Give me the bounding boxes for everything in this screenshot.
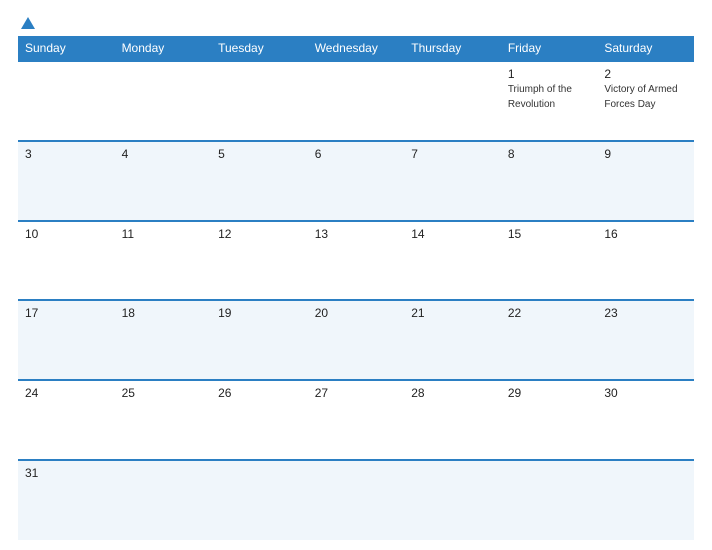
calendar-cell: 3 <box>18 141 115 221</box>
day-number: 5 <box>218 147 301 161</box>
day-number: 28 <box>411 386 494 400</box>
day-number: 25 <box>122 386 205 400</box>
calendar-week-row: 10 11 12 13 14 15 16 <box>18 221 694 301</box>
calendar-cell: 25 <box>115 380 212 460</box>
calendar-week-row: 24 25 26 27 28 29 30 <box>18 380 694 460</box>
weekday-header-wednesday: Wednesday <box>308 36 405 61</box>
logo-triangle-icon <box>21 17 35 29</box>
calendar-cell: 24 <box>18 380 115 460</box>
calendar-cell: 10 <box>18 221 115 301</box>
weekday-header-friday: Friday <box>501 36 598 61</box>
calendar-cell: 7 <box>404 141 501 221</box>
calendar-week-row: 17 18 19 20 21 22 23 <box>18 300 694 380</box>
calendar-cell: 6 <box>308 141 405 221</box>
day-number: 14 <box>411 227 494 241</box>
weekday-header-saturday: Saturday <box>597 36 694 61</box>
weekday-header-tuesday: Tuesday <box>211 36 308 61</box>
calendar-cell: 28 <box>404 380 501 460</box>
day-number: 15 <box>508 227 591 241</box>
weekday-header-monday: Monday <box>115 36 212 61</box>
calendar-week-row: 1 Triumph of the Revolution 2 Victory of Ar… <box>18 61 694 141</box>
logo <box>18 18 35 30</box>
day-number: 20 <box>315 306 398 320</box>
page: SundayMondayTuesdayWednesdayThursdayFrid… <box>0 0 712 550</box>
weekday-header-row: SundayMondayTuesdayWednesdayThursdayFrid… <box>18 36 694 61</box>
calendar-cell: 31 <box>18 460 115 540</box>
day-number: 23 <box>604 306 687 320</box>
weekday-header-sunday: Sunday <box>18 36 115 61</box>
calendar-cell: 5 <box>211 141 308 221</box>
day-number: 19 <box>218 306 301 320</box>
day-number: 24 <box>25 386 108 400</box>
calendar-cell: 21 <box>404 300 501 380</box>
calendar-week-row: 31 <box>18 460 694 540</box>
day-number: 6 <box>315 147 398 161</box>
calendar-cell: 17 <box>18 300 115 380</box>
calendar-cell: 11 <box>115 221 212 301</box>
day-number: 22 <box>508 306 591 320</box>
calendar-cell <box>18 61 115 141</box>
day-number: 9 <box>604 147 687 161</box>
calendar-event: Victory of Armed Forces Day <box>604 84 677 110</box>
calendar-cell <box>404 61 501 141</box>
calendar-cell: 13 <box>308 221 405 301</box>
calendar-cell: 2 Victory of Armed Forces Day <box>597 61 694 141</box>
calendar-cell: 4 <box>115 141 212 221</box>
calendar-cell: 18 <box>115 300 212 380</box>
day-number: 13 <box>315 227 398 241</box>
calendar-header: SundayMondayTuesdayWednesdayThursdayFrid… <box>18 36 694 61</box>
calendar-cell <box>308 460 405 540</box>
calendar-event: Triumph of the Revolution <box>508 84 572 110</box>
calendar-cell: 29 <box>501 380 598 460</box>
calendar-cell: 12 <box>211 221 308 301</box>
calendar-cell <box>211 460 308 540</box>
day-number: 17 <box>25 306 108 320</box>
day-number: 1 <box>508 67 591 81</box>
calendar-cell <box>308 61 405 141</box>
day-number: 4 <box>122 147 205 161</box>
day-number: 3 <box>25 147 108 161</box>
calendar-cell <box>501 460 598 540</box>
calendar-cell: 23 <box>597 300 694 380</box>
calendar-cell: 22 <box>501 300 598 380</box>
weekday-header-thursday: Thursday <box>404 36 501 61</box>
day-number: 27 <box>315 386 398 400</box>
calendar-cell <box>211 61 308 141</box>
calendar-table: SundayMondayTuesdayWednesdayThursdayFrid… <box>18 36 694 540</box>
day-number: 10 <box>25 227 108 241</box>
calendar-cell: 15 <box>501 221 598 301</box>
day-number: 26 <box>218 386 301 400</box>
calendar-cell <box>404 460 501 540</box>
calendar-cell: 19 <box>211 300 308 380</box>
day-number: 30 <box>604 386 687 400</box>
calendar-cell: 20 <box>308 300 405 380</box>
calendar-cell <box>115 460 212 540</box>
day-number: 12 <box>218 227 301 241</box>
calendar-cell: 9 <box>597 141 694 221</box>
day-number: 8 <box>508 147 591 161</box>
day-number: 16 <box>604 227 687 241</box>
calendar-cell <box>597 460 694 540</box>
calendar-cell: 27 <box>308 380 405 460</box>
calendar-cell: 16 <box>597 221 694 301</box>
day-number: 31 <box>25 466 108 480</box>
calendar-cell: 14 <box>404 221 501 301</box>
day-number: 11 <box>122 227 205 241</box>
calendar-cell: 30 <box>597 380 694 460</box>
calendar-cell: 26 <box>211 380 308 460</box>
header <box>18 18 694 30</box>
day-number: 21 <box>411 306 494 320</box>
day-number: 18 <box>122 306 205 320</box>
calendar-week-row: 3456789 <box>18 141 694 221</box>
calendar-cell: 8 <box>501 141 598 221</box>
calendar-body: 1 Triumph of the Revolution 2 Victory of Ar… <box>18 61 694 540</box>
day-number: 2 <box>604 67 687 81</box>
day-number: 7 <box>411 147 494 161</box>
calendar-cell: 1 Triumph of the Revolution <box>501 61 598 141</box>
calendar-cell <box>115 61 212 141</box>
day-number: 29 <box>508 386 591 400</box>
